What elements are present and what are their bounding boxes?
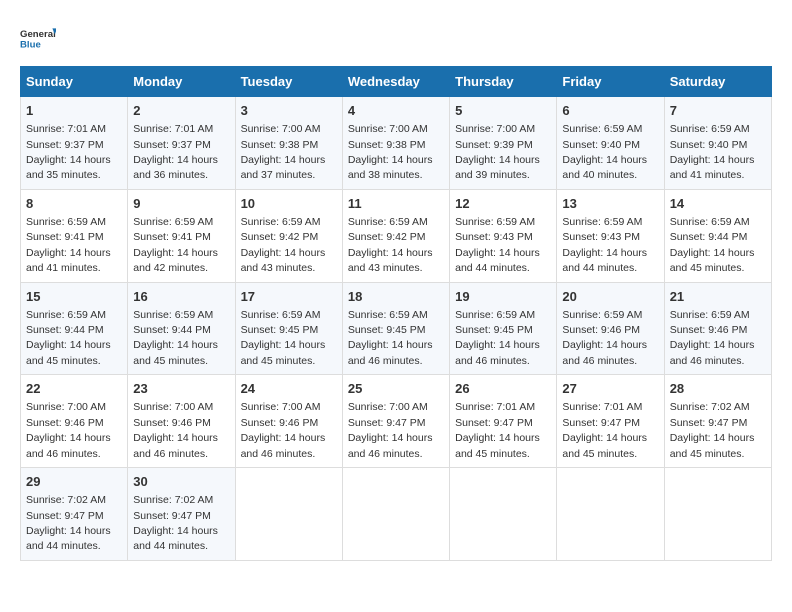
header-monday: Monday xyxy=(128,67,235,97)
calendar-day-10: 10Sunrise: 6:59 AMSunset: 9:42 PMDayligh… xyxy=(235,189,342,282)
calendar-day-27: 27Sunrise: 7:01 AMSunset: 9:47 PMDayligh… xyxy=(557,375,664,468)
calendar-day-empty xyxy=(664,468,771,561)
calendar-day-3: 3Sunrise: 7:00 AMSunset: 9:38 PMDaylight… xyxy=(235,97,342,190)
logo: General Blue xyxy=(20,20,56,56)
header-thursday: Thursday xyxy=(450,67,557,97)
calendar-day-20: 20Sunrise: 6:59 AMSunset: 9:46 PMDayligh… xyxy=(557,282,664,375)
calendar-day-2: 2Sunrise: 7:01 AMSunset: 9:37 PMDaylight… xyxy=(128,97,235,190)
calendar-day-9: 9Sunrise: 6:59 AMSunset: 9:41 PMDaylight… xyxy=(128,189,235,282)
calendar-day-7: 7Sunrise: 6:59 AMSunset: 9:40 PMDaylight… xyxy=(664,97,771,190)
calendar-day-30: 30Sunrise: 7:02 AMSunset: 9:47 PMDayligh… xyxy=(128,468,235,561)
calendar-week-1: 1Sunrise: 7:01 AMSunset: 9:37 PMDaylight… xyxy=(21,97,772,190)
calendar-day-22: 22Sunrise: 7:00 AMSunset: 9:46 PMDayligh… xyxy=(21,375,128,468)
calendar-day-empty xyxy=(557,468,664,561)
calendar-day-8: 8Sunrise: 6:59 AMSunset: 9:41 PMDaylight… xyxy=(21,189,128,282)
calendar-day-21: 21Sunrise: 6:59 AMSunset: 9:46 PMDayligh… xyxy=(664,282,771,375)
calendar-week-2: 8Sunrise: 6:59 AMSunset: 9:41 PMDaylight… xyxy=(21,189,772,282)
calendar-day-12: 12Sunrise: 6:59 AMSunset: 9:43 PMDayligh… xyxy=(450,189,557,282)
calendar-day-29: 29Sunrise: 7:02 AMSunset: 9:47 PMDayligh… xyxy=(21,468,128,561)
calendar-day-1: 1Sunrise: 7:01 AMSunset: 9:37 PMDaylight… xyxy=(21,97,128,190)
calendar-week-3: 15Sunrise: 6:59 AMSunset: 9:44 PMDayligh… xyxy=(21,282,772,375)
svg-text:General: General xyxy=(20,29,56,40)
page-header: General Blue xyxy=(20,20,772,56)
svg-text:Blue: Blue xyxy=(20,40,41,51)
calendar-day-14: 14Sunrise: 6:59 AMSunset: 9:44 PMDayligh… xyxy=(664,189,771,282)
header-tuesday: Tuesday xyxy=(235,67,342,97)
logo-svg: General Blue xyxy=(20,20,56,56)
calendar-week-5: 29Sunrise: 7:02 AMSunset: 9:47 PMDayligh… xyxy=(21,468,772,561)
calendar-day-25: 25Sunrise: 7:00 AMSunset: 9:47 PMDayligh… xyxy=(342,375,449,468)
calendar-day-13: 13Sunrise: 6:59 AMSunset: 9:43 PMDayligh… xyxy=(557,189,664,282)
header-saturday: Saturday xyxy=(664,67,771,97)
header-sunday: Sunday xyxy=(21,67,128,97)
calendar-day-empty xyxy=(235,468,342,561)
calendar-day-5: 5Sunrise: 7:00 AMSunset: 9:39 PMDaylight… xyxy=(450,97,557,190)
calendar-day-24: 24Sunrise: 7:00 AMSunset: 9:46 PMDayligh… xyxy=(235,375,342,468)
calendar-day-23: 23Sunrise: 7:00 AMSunset: 9:46 PMDayligh… xyxy=(128,375,235,468)
calendar-day-11: 11Sunrise: 6:59 AMSunset: 9:42 PMDayligh… xyxy=(342,189,449,282)
calendar-day-26: 26Sunrise: 7:01 AMSunset: 9:47 PMDayligh… xyxy=(450,375,557,468)
calendar-day-19: 19Sunrise: 6:59 AMSunset: 9:45 PMDayligh… xyxy=(450,282,557,375)
calendar-header-row: SundayMondayTuesdayWednesdayThursdayFrid… xyxy=(21,67,772,97)
calendar-day-18: 18Sunrise: 6:59 AMSunset: 9:45 PMDayligh… xyxy=(342,282,449,375)
calendar-day-15: 15Sunrise: 6:59 AMSunset: 9:44 PMDayligh… xyxy=(21,282,128,375)
header-wednesday: Wednesday xyxy=(342,67,449,97)
header-friday: Friday xyxy=(557,67,664,97)
calendar-day-6: 6Sunrise: 6:59 AMSunset: 9:40 PMDaylight… xyxy=(557,97,664,190)
calendar-day-empty xyxy=(342,468,449,561)
calendar-day-16: 16Sunrise: 6:59 AMSunset: 9:44 PMDayligh… xyxy=(128,282,235,375)
calendar-week-4: 22Sunrise: 7:00 AMSunset: 9:46 PMDayligh… xyxy=(21,375,772,468)
calendar-day-17: 17Sunrise: 6:59 AMSunset: 9:45 PMDayligh… xyxy=(235,282,342,375)
calendar-day-empty xyxy=(450,468,557,561)
calendar-day-28: 28Sunrise: 7:02 AMSunset: 9:47 PMDayligh… xyxy=(664,375,771,468)
calendar-table: SundayMondayTuesdayWednesdayThursdayFrid… xyxy=(20,66,772,561)
calendar-day-4: 4Sunrise: 7:00 AMSunset: 9:38 PMDaylight… xyxy=(342,97,449,190)
